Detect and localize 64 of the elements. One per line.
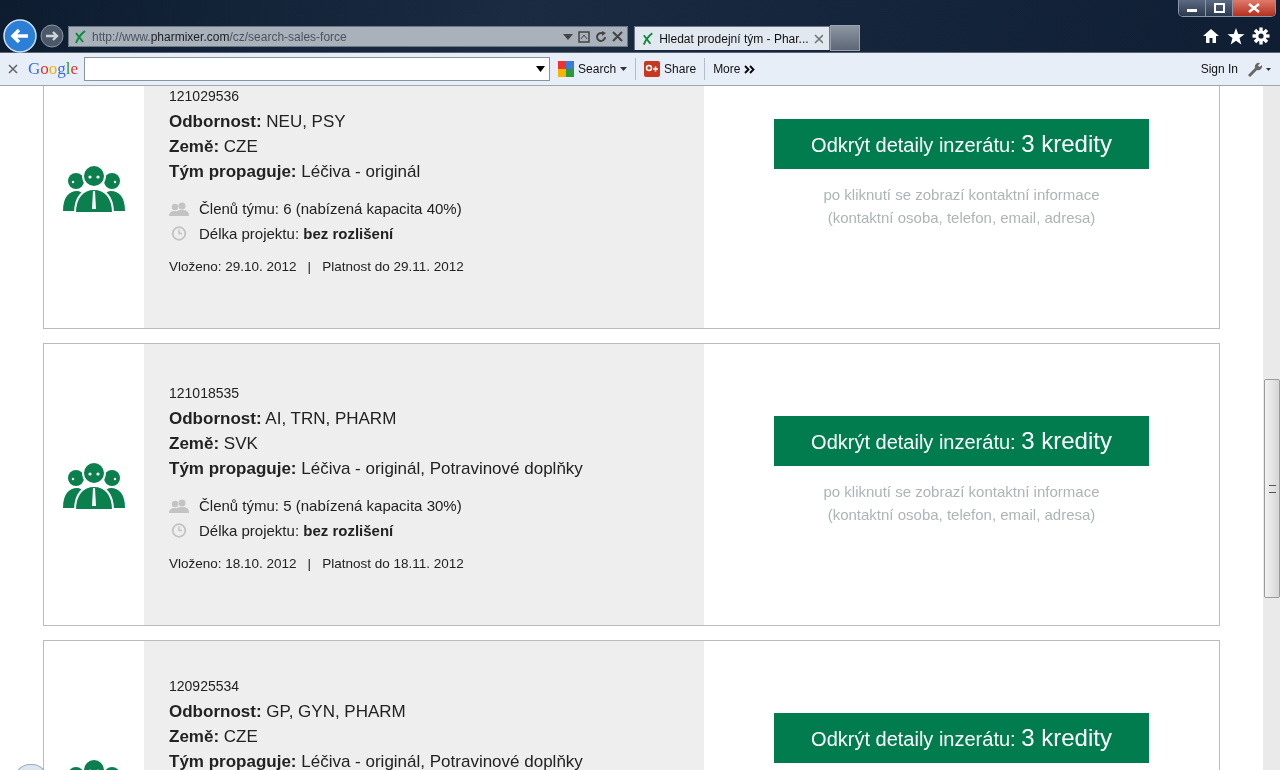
listing-id: 121029536: [169, 87, 241, 106]
search-button[interactable]: Search: [556, 61, 630, 77]
posted-date: Vloženo: 18.10. 2012: [169, 556, 297, 571]
duration-text: Délka projektu: bez rozlišení: [199, 224, 394, 244]
scrollbar[interactable]: [1263, 86, 1280, 770]
people-icon: [169, 498, 189, 513]
separator: |: [307, 259, 312, 274]
members-text: Členů týmu: 5 (nabízená kapacita 30%): [199, 496, 462, 516]
close-icon: [1247, 3, 1261, 13]
home-icon[interactable]: [1202, 28, 1220, 44]
contact-info-note: (kontaktní osoba, telefon, email, adresa): [827, 208, 1096, 228]
reveal-details-button[interactable]: Odkrýt detaily inzerátu: 3 kredity: [774, 119, 1149, 169]
separator: |: [307, 556, 312, 571]
toolbar-logo: Google: [28, 59, 79, 79]
country-field: Země: CZE: [169, 724, 679, 749]
listing-id: 120925534: [169, 677, 241, 696]
promotes-field: Tým propaguje: Léčiva - originál, Potravinové doplňky: [169, 749, 679, 770]
browser-tab[interactable]: Hledat prodejní tým - Phar...: [634, 26, 830, 50]
share-button[interactable]: Share: [642, 61, 699, 77]
valid-until-date: Platnost do 18.11. 2012: [322, 556, 464, 571]
sign-in-link[interactable]: Sign In: [1198, 62, 1240, 76]
search-field[interactable]: [84, 57, 551, 81]
reveal-details-button[interactable]: Odkrýt detaily inzerátu: 3 kredity: [774, 713, 1149, 763]
address-bar[interactable]: http://www.pharmixer.com/cz/search-sales-force: [68, 26, 628, 47]
search-icon: [558, 61, 575, 77]
dropdown-icon[interactable]: [536, 66, 546, 72]
clock-icon: [169, 523, 189, 538]
expertise-field: Odbornost: NEU, PSY: [169, 109, 679, 134]
listing-id: 121018535: [169, 384, 241, 403]
expertise-field: Odbornost: GP, GYN, PHARM: [169, 699, 679, 724]
people-icon: [169, 201, 189, 216]
favorites-icon[interactable]: [1227, 27, 1245, 45]
country-field: Země: SVK: [169, 431, 679, 456]
clock-icon: [169, 226, 189, 241]
contact-info-note: po kliknutí se zobrazí kontaktní informace: [823, 185, 1100, 205]
scrollbar-thumb[interactable]: [1264, 379, 1280, 598]
members-text: Členů týmu: 6 (nabízená kapacita 40%): [199, 199, 462, 219]
plus-icon: [644, 61, 661, 77]
contact-info-note: (kontaktní osoba, telefon, email, adresa): [827, 505, 1096, 525]
chevrons-icon: [744, 64, 756, 74]
restore-button[interactable]: [1206, 0, 1233, 16]
minimize-button[interactable]: [1179, 0, 1206, 16]
wrench-icon[interactable]: [1246, 61, 1272, 77]
contact-info-note: po kliknutí se zobrazí kontaktní informace: [823, 482, 1100, 502]
more-button[interactable]: More: [711, 62, 758, 76]
site-icon: [641, 31, 655, 46]
expertise-field: Odbornost: AI, TRN, PHARM: [169, 406, 679, 431]
close-button[interactable]: [1233, 0, 1275, 16]
close-tab-icon[interactable]: [813, 33, 823, 44]
promotes-field: Tým propaguje: Léčiva - originál: [169, 159, 679, 184]
close-toolbar-icon[interactable]: [8, 64, 18, 74]
stop-icon[interactable]: [612, 31, 623, 42]
posted-date: Vloženo: 29.10. 2012: [169, 259, 297, 274]
forward-button[interactable]: [40, 24, 64, 48]
refresh-icon[interactable]: [595, 30, 607, 43]
valid-until-date: Platnost do 29.11. 2012: [322, 259, 464, 274]
reveal-details-button[interactable]: Odkrýt detaily inzerátu: 3 kredity: [774, 416, 1149, 466]
country-field: Země: CZE: [169, 134, 679, 159]
caret-icon: [620, 67, 628, 71]
site-icon: [73, 29, 87, 44]
duration-text: Délka projektu: bez rozlišení: [199, 521, 394, 541]
back-button[interactable]: [3, 19, 37, 53]
settings-icon[interactable]: [1252, 27, 1270, 45]
promotes-field: Tým propaguje: Léčiva - originál, Potravinové doplňky: [169, 456, 679, 481]
